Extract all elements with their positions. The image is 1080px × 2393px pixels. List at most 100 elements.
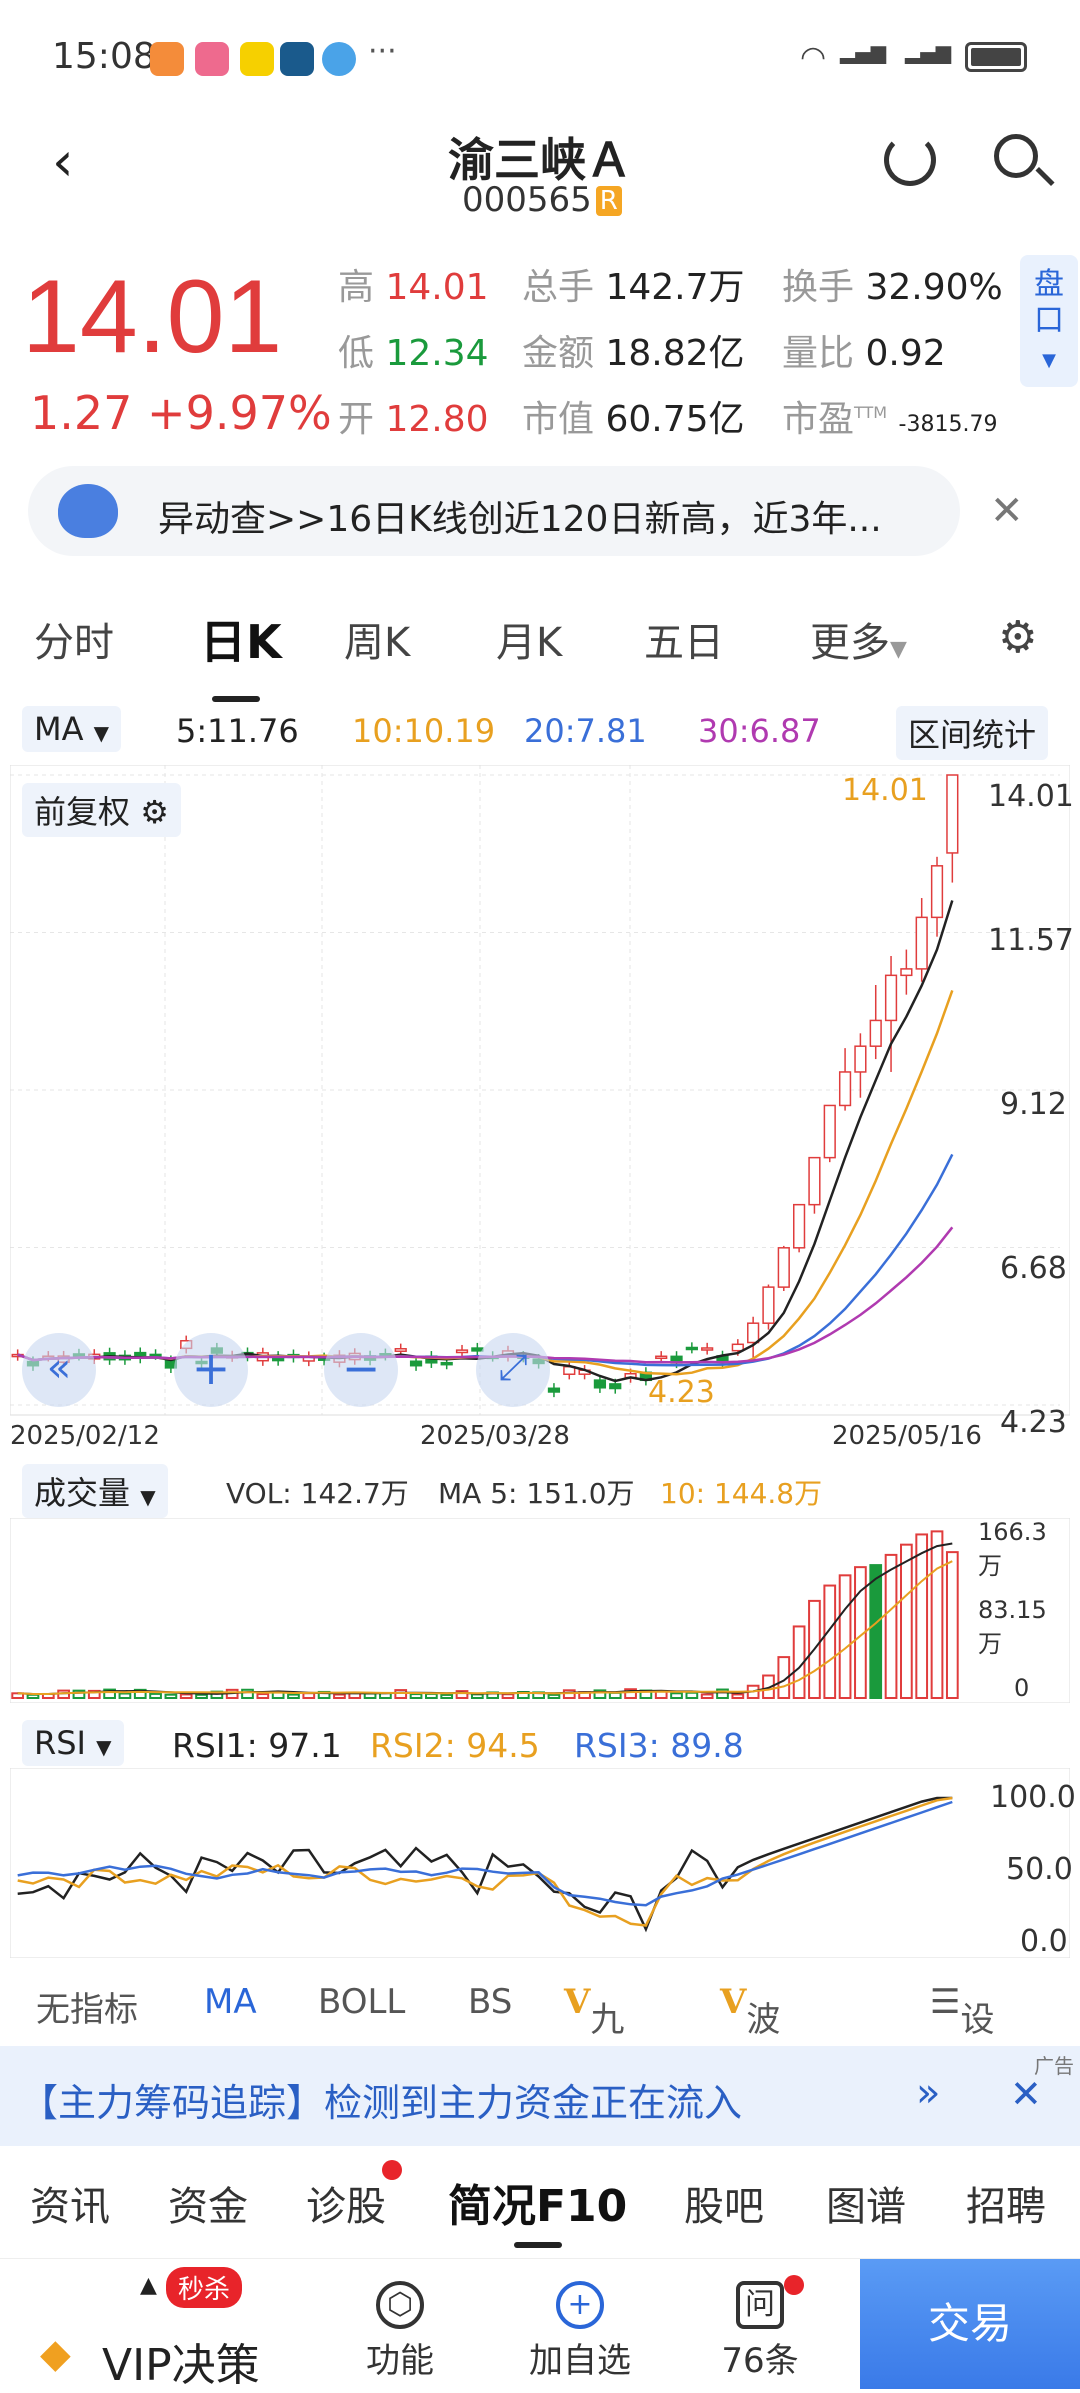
tab-week-k[interactable]: 周K (344, 610, 410, 668)
y-tick: 4.23 (1000, 1405, 1067, 1440)
turnover-item: 换手 32.90% (782, 267, 1003, 308)
pe-item: 市盈TTM -3815.79 (782, 399, 998, 440)
trade-button[interactable]: 交易 (860, 2259, 1080, 2389)
tab-f10[interactable]: 简况F10 (448, 2170, 627, 2234)
amount-item: 金额 18.82亿 (522, 333, 745, 374)
search-icon[interactable] (994, 134, 1038, 178)
tab-graph[interactable]: 图谱 (826, 2174, 906, 2232)
current-price: 14.01 (22, 259, 283, 375)
tab-forum[interactable]: 股吧 (684, 2174, 764, 2232)
candle-body (884, 974, 898, 1022)
volume-bar (685, 1691, 699, 1700)
ind-boduanwang[interactable]: V波段王 (720, 1982, 780, 2138)
tab-diagnose[interactable]: 诊股 (306, 2174, 386, 2232)
rsi2-value: RSI2: 94.5 (370, 1726, 540, 1765)
tab-fenshi[interactable]: 分时 (34, 610, 114, 668)
app-notification-icon (322, 42, 356, 76)
fuquan-selector[interactable]: 前复权 ⚙ (22, 783, 181, 837)
ind-bs[interactable]: BS (468, 1982, 512, 2022)
ind-jiuzhuan[interactable]: V九转 (564, 1982, 624, 2089)
volume-bar (425, 1692, 438, 1699)
tab-news[interactable]: 资讯 (30, 2174, 110, 2232)
scroll-left-icon[interactable]: « (22, 1333, 96, 1407)
period-tabs: 分时 日K 周K 月K 五日 更多▼ ⚙ (0, 590, 1080, 702)
tab-more[interactable]: 更多▼ (810, 610, 907, 668)
candle-body (823, 1104, 836, 1159)
chart-settings-icon[interactable]: ⚙ (998, 612, 1037, 663)
volume-legend: 成交量 ▼ VOL: 142.7万 MA 5: 151.0万 10: 144.8… (0, 1460, 1080, 1518)
tab-day-k[interactable]: 日K (200, 606, 282, 702)
volume-bar (241, 1688, 254, 1700)
y-tick: 11.57 (988, 923, 1074, 958)
volume-bar (333, 1693, 346, 1700)
signal-icon: ▂▄▆ (840, 40, 887, 64)
vip-button[interactable]: 秒杀 ▲ ◆ VIP决策 (0, 2259, 300, 2391)
y-tick: 100.0 (990, 1780, 1076, 1815)
volume-chart[interactable]: 166.3万 83.15万 0 (9, 1517, 1071, 1704)
max-price-label: 14.01 (842, 773, 928, 808)
candle-body (747, 1322, 760, 1344)
func-button[interactable]: ⬡ 功能 (320, 2259, 480, 2389)
vip-label: VIP决策 (102, 2340, 260, 2391)
tab-month-k[interactable]: 月K (496, 610, 562, 668)
volume-item: 总手 142.7万 (522, 267, 745, 308)
ind-settings[interactable]: ☰ 设置 (930, 1982, 994, 2089)
app-notification-icon (195, 42, 229, 76)
volume-bar (118, 1692, 132, 1699)
vip-diamond-icon: ◆ (40, 2331, 71, 2377)
anomaly-alert[interactable]: 异动查>>16日K线创近120日新高，近3年... (28, 466, 960, 556)
add-watchlist-button[interactable]: + 加自选 (500, 2259, 660, 2389)
tab-five-day[interactable]: 五日 (644, 610, 724, 668)
candle-body (946, 774, 959, 854)
open-item: 开 12.80 (338, 399, 489, 440)
tab-jobs[interactable]: 招聘 (966, 2174, 1046, 2232)
status-time: 15:08 (52, 36, 156, 77)
app-notification-icon (150, 42, 184, 76)
zoom-in-icon[interactable]: + (174, 1333, 248, 1407)
func-label: 功能 (366, 2341, 434, 2381)
candle-body (915, 916, 928, 970)
ind-boll[interactable]: BOLL (318, 1982, 405, 2022)
volume-selector[interactable]: 成交量 ▼ (22, 1464, 168, 1518)
high-item: 高 14.01 (338, 267, 489, 308)
candle-body (869, 1019, 882, 1047)
bottom-bar: 秒杀 ▲ ◆ VIP决策 ⬡ 功能 + 加自选 问 76条 交易 (0, 2258, 1080, 2391)
volume-bar (608, 1691, 622, 1700)
kline-chart[interactable]: 前复权 ⚙ 14.01 4.23 14.01 11.57 9.12 6.68 4… (9, 764, 1074, 1455)
ad-close-icon[interactable]: ✕ (1010, 2072, 1042, 2116)
volume-bar (470, 1693, 484, 1700)
rsi1-value: RSI1: 97.1 (172, 1726, 342, 1765)
volume-bar (501, 1693, 515, 1700)
y-tick: 9.12 (1000, 1087, 1067, 1122)
volume-bar (915, 1533, 929, 1699)
y-tick: 83.15万 (978, 1596, 1047, 1658)
range-stat-button[interactable]: 区间统计 (896, 706, 1049, 760)
stock-code: 000565 (462, 180, 592, 220)
ind-none[interactable]: 无指标 (36, 1982, 138, 2031)
ma-selector[interactable]: MA ▼ (22, 706, 122, 752)
close-alert-icon[interactable]: ✕ (990, 488, 1024, 534)
volume-bar (26, 1693, 40, 1700)
ind-ma[interactable]: MA (204, 1982, 257, 2022)
fullscreen-icon[interactable]: ⤢ (476, 1333, 550, 1407)
volume-bar (838, 1574, 852, 1700)
candle-body (762, 1286, 775, 1324)
ad-banner[interactable]: 【主力筹码追踪】检测到主力资金正在流入 广告 » ✕ (0, 2046, 1080, 2146)
refresh-icon[interactable] (884, 134, 936, 186)
zoom-out-icon[interactable]: − (324, 1333, 398, 1407)
rsi-chart[interactable]: 100.0 50.0 0.0 (9, 1767, 1076, 1959)
tab-funds[interactable]: 资金 (168, 2174, 248, 2232)
y-tick: 6.68 (1000, 1251, 1067, 1286)
app-notification-icon (240, 42, 274, 76)
rsi-selector[interactable]: RSI ▼ (22, 1720, 124, 1766)
y-tick: 0 (1014, 1674, 1030, 1702)
ad-forward-icon[interactable]: » (916, 2070, 940, 2116)
status-bar: 15:08 ··· ◠ ▂▄▆ ▂▄▆ (0, 0, 1080, 110)
more-notifications-icon: ··· (368, 34, 397, 69)
volume-bar (869, 1564, 883, 1699)
ma5-line (17, 900, 954, 1383)
pankou-button[interactable]: 盘口 ▼ (1020, 255, 1078, 387)
volume-bar (149, 1692, 162, 1699)
ask-button[interactable]: 问 76条 (680, 2259, 840, 2389)
volume-bar (394, 1689, 408, 1700)
